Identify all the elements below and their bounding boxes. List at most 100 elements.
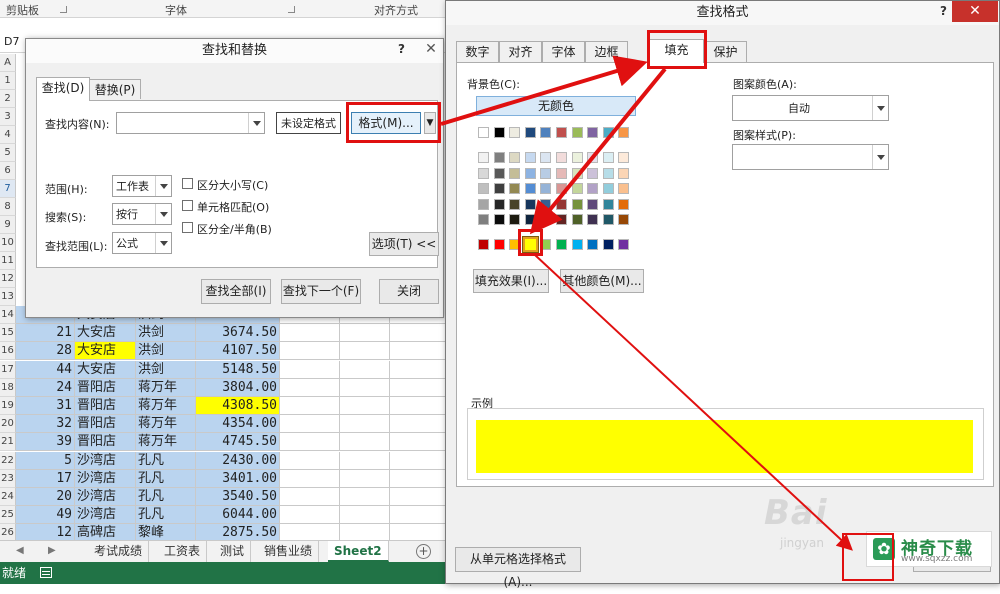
row-header[interactable]: 16: [0, 342, 16, 361]
color-swatch[interactable]: [556, 183, 567, 194]
cell-id[interactable]: 44: [16, 360, 75, 379]
cell-store[interactable]: 沙湾店: [75, 488, 136, 506]
cell-amount[interactable]: 3401.00: [196, 469, 280, 488]
cell-empty[interactable]: [340, 415, 390, 434]
sheet-tab[interactable]: 销售业绩: [258, 541, 320, 562]
tab-font[interactable]: 字体: [542, 41, 585, 62]
color-swatch[interactable]: [493, 152, 505, 163]
color-swatch[interactable]: [540, 152, 552, 163]
row-header[interactable]: 24: [0, 488, 16, 506]
color-swatch[interactable]: [493, 127, 505, 138]
cell-empty[interactable]: [390, 451, 446, 470]
color-swatch[interactable]: [540, 167, 552, 179]
color-swatch[interactable]: [571, 198, 583, 210]
color-swatch[interactable]: [509, 214, 521, 225]
search-select[interactable]: 按行: [112, 203, 172, 225]
color-swatch[interactable]: [478, 183, 489, 194]
cell-amount[interactable]: 3540.50: [196, 488, 280, 506]
fill-effects-button[interactable]: 填充效果(I)...: [473, 269, 549, 293]
cell-store[interactable]: 晋阳店: [75, 433, 136, 452]
help-icon[interactable]: ?: [940, 4, 947, 18]
color-swatch[interactable]: [556, 152, 567, 163]
cell-empty[interactable]: [390, 506, 446, 525]
cell-empty[interactable]: [340, 378, 390, 397]
sheet-tab-active[interactable]: Sheet2: [328, 541, 389, 562]
color-swatch[interactable]: [556, 214, 567, 225]
cell-empty[interactable]: [340, 469, 390, 488]
color-swatch[interactable]: [602, 127, 614, 138]
options-button[interactable]: 选项(T) <<: [369, 232, 439, 256]
row-header[interactable]: 20: [0, 415, 16, 434]
color-swatch[interactable]: [618, 167, 630, 179]
color-swatch[interactable]: [478, 152, 489, 163]
chevron-down-icon[interactable]: [155, 176, 171, 196]
find-all-button[interactable]: 查找全部(I): [201, 279, 271, 304]
color-swatch[interactable]: [524, 127, 536, 138]
cell-person[interactable]: 洪剑: [136, 342, 196, 361]
color-swatch[interactable]: [571, 214, 583, 225]
name-box[interactable]: D7: [4, 35, 19, 48]
cell-person[interactable]: 孔凡: [136, 488, 196, 506]
match-entire-checkbox[interactable]: [182, 200, 193, 211]
color-swatch[interactable]: [602, 152, 614, 163]
color-swatch[interactable]: [540, 214, 552, 225]
cell-empty[interactable]: [280, 378, 340, 397]
match-case-checkbox[interactable]: [182, 178, 193, 189]
color-swatch[interactable]: [521, 236, 539, 253]
row-header[interactable]: 17: [0, 360, 16, 379]
cell-store[interactable]: 沙湾店: [75, 469, 136, 488]
color-swatch[interactable]: [556, 239, 567, 250]
ribbon-group-alignment[interactable]: 对齐方式: [374, 2, 418, 18]
color-swatch[interactable]: [478, 214, 489, 225]
color-swatch[interactable]: [602, 214, 614, 225]
cell-empty[interactable]: [280, 397, 340, 415]
cell-store[interactable]: 晋阳店: [75, 397, 136, 415]
color-swatch[interactable]: [540, 198, 552, 210]
cell-empty[interactable]: [390, 469, 446, 488]
color-swatch[interactable]: [524, 152, 536, 163]
no-color-button[interactable]: 无颜色: [476, 96, 636, 116]
color-swatch[interactable]: [540, 127, 552, 138]
close-icon[interactable]: ✕: [420, 39, 442, 60]
tab-find[interactable]: 查找(D): [36, 77, 90, 101]
cell-empty[interactable]: [390, 488, 446, 506]
color-swatch[interactable]: [493, 214, 505, 225]
cell-empty[interactable]: [340, 488, 390, 506]
cell-empty[interactable]: [280, 469, 340, 488]
tab-protection[interactable]: 保护: [704, 41, 747, 62]
close-button[interactable]: 关闭: [379, 279, 439, 304]
cell-empty[interactable]: [280, 415, 340, 434]
color-swatch[interactable]: [509, 167, 521, 179]
color-swatch[interactable]: [587, 183, 599, 194]
color-swatch[interactable]: [587, 198, 599, 210]
sheet-tab[interactable]: 考试成绩: [88, 541, 150, 562]
cell-id[interactable]: 32: [16, 415, 75, 434]
match-entire-label[interactable]: 单元格匹配(O): [197, 199, 269, 215]
color-swatch[interactable]: [556, 167, 567, 179]
row-header[interactable]: 5: [0, 144, 16, 162]
color-swatch[interactable]: [571, 152, 583, 163]
cell-id[interactable]: 17: [16, 469, 75, 488]
row-header[interactable]: 8: [0, 198, 16, 216]
choose-from-cell-button[interactable]: 从单元格选择格式(A)...: [455, 547, 581, 589]
color-swatch[interactable]: [587, 152, 599, 163]
color-swatch[interactable]: [618, 214, 630, 225]
cell-empty[interactable]: [280, 506, 340, 525]
row-header[interactable]: 15: [0, 324, 16, 343]
cell-amount[interactable]: 5148.50: [196, 360, 280, 379]
color-swatch[interactable]: [587, 214, 599, 225]
cell-empty[interactable]: [340, 433, 390, 452]
sheet-tab[interactable]: 测试: [214, 541, 252, 562]
find-next-button[interactable]: 查找下一个(F): [281, 279, 361, 304]
row-header[interactable]: 2: [0, 90, 16, 108]
cell-empty[interactable]: [340, 397, 390, 415]
color-swatch[interactable]: [478, 127, 489, 138]
cell-person[interactable]: 蒋万年: [136, 433, 196, 452]
sheet-tab[interactable]: 工资表: [158, 541, 208, 562]
row-header[interactable]: 11: [0, 252, 16, 270]
cell-store[interactable]: 大安店: [75, 360, 136, 379]
color-swatch[interactable]: [556, 198, 567, 210]
tab-number[interactable]: 数字: [456, 41, 499, 62]
tab-replace[interactable]: 替换(P): [89, 79, 141, 99]
cell-person[interactable]: 蒋万年: [136, 415, 196, 434]
